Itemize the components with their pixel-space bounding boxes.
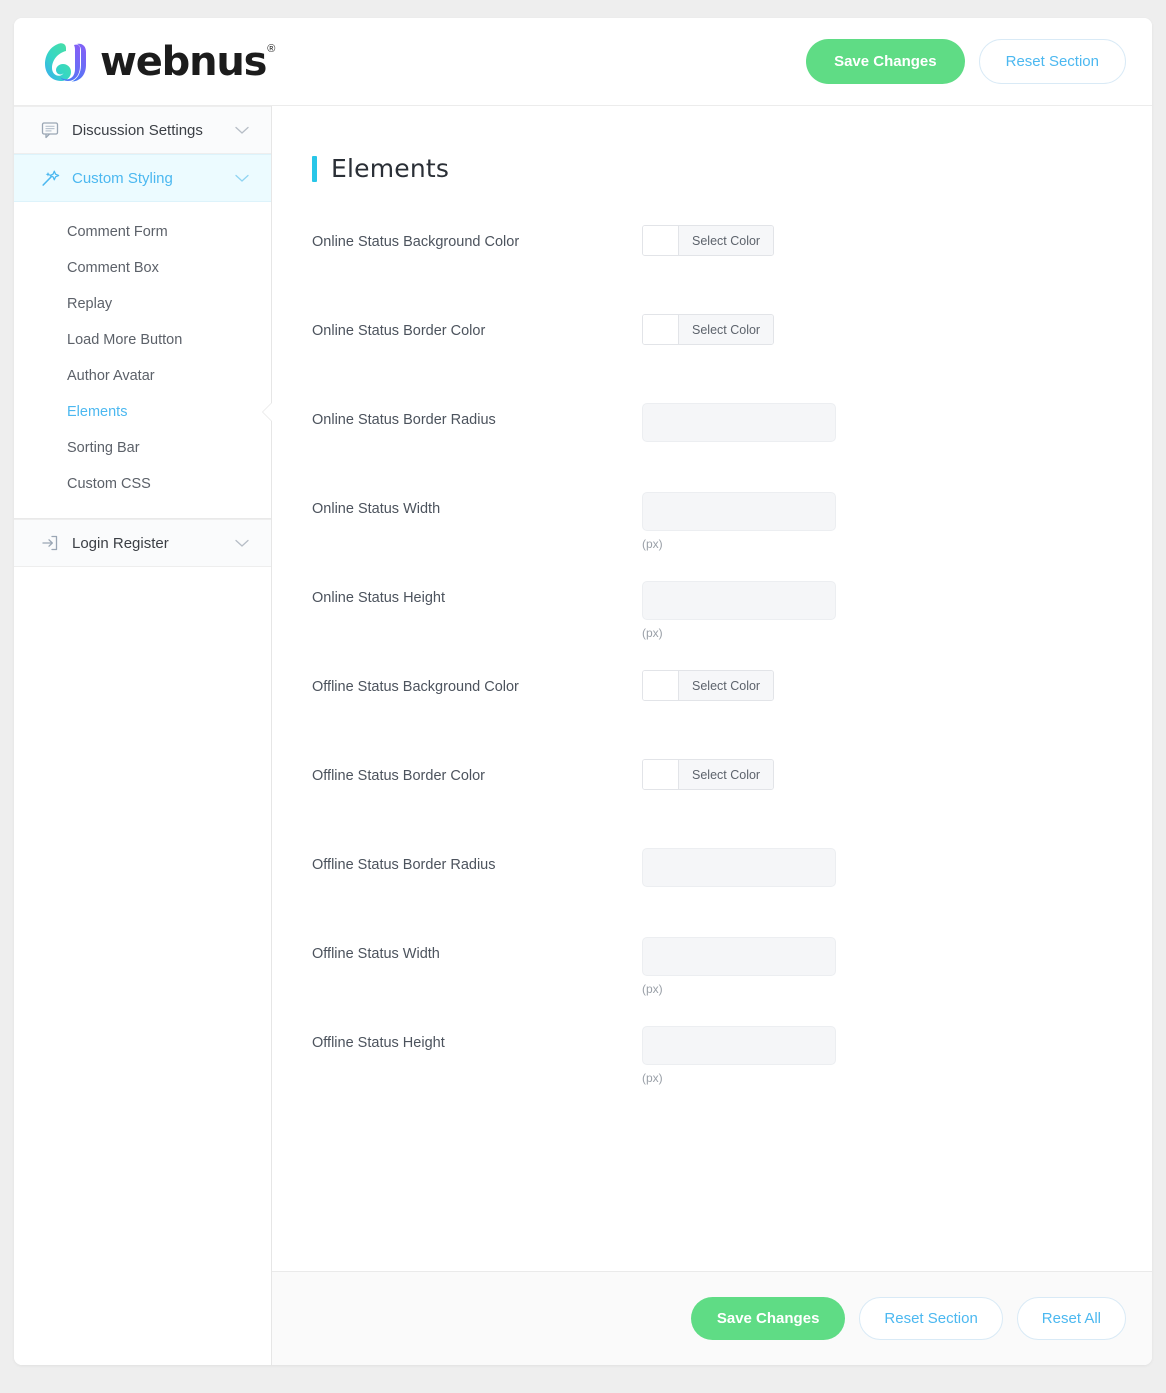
save-changes-button-footer[interactable]: Save Changes — [690, 1297, 846, 1340]
field-offline-status-width: Offline Status Width (px) — [312, 937, 1112, 1026]
sidebar-item-replay[interactable]: Replay — [14, 286, 271, 322]
registered-mark: ® — [267, 42, 276, 55]
field-online-status-background-color: Online Status Background Color Select Co… — [312, 225, 1112, 314]
field-control: Select Color — [642, 225, 1112, 260]
color-swatch[interactable] — [643, 671, 679, 700]
color-picker[interactable]: Select Color — [642, 225, 775, 256]
offline-status-height-input[interactable] — [642, 1026, 836, 1065]
magic-wand-icon — [42, 170, 60, 186]
chevron-down-icon — [235, 174, 249, 182]
chevron-down-icon — [235, 126, 249, 134]
save-changes-button-top[interactable]: Save Changes — [806, 39, 965, 84]
settings-form: Elements Online Status Background Color … — [272, 106, 1152, 1271]
unit-hint: (px) — [642, 982, 663, 996]
color-picker[interactable]: Select Color — [642, 314, 775, 345]
field-control: (px) — [642, 581, 1112, 640]
unit-hint: (px) — [642, 1071, 663, 1085]
reset-all-button[interactable]: Reset All — [1016, 1297, 1126, 1340]
card-body: Discussion Settings Custom Styling Comme… — [14, 106, 1152, 1365]
reset-section-button-footer[interactable]: Reset Section — [859, 1297, 1003, 1340]
brand-name: webnus — [100, 38, 267, 85]
sidebar-item-sorting-bar[interactable]: Sorting Bar — [14, 430, 271, 466]
color-swatch[interactable] — [643, 226, 679, 255]
field-control: (px) — [642, 492, 1112, 551]
field-control: Select Color — [642, 670, 1112, 705]
sidebar-group-label: Discussion Settings — [72, 121, 203, 139]
main-panel: Elements Online Status Background Color … — [272, 106, 1152, 1365]
color-swatch[interactable] — [643, 760, 679, 789]
field-label: Offline Status Width — [312, 946, 440, 962]
field-label: Offline Status Border Color — [312, 768, 486, 784]
field-label: Online Status Border Radius — [312, 412, 496, 428]
color-picker[interactable]: Select Color — [642, 670, 775, 701]
unit-hint: (px) — [642, 626, 663, 640]
field-label: Online Status Width — [312, 501, 441, 517]
top-bar: webnus ® Save Changes Reset Section — [14, 18, 1152, 106]
footer-action-bar: Save Changes Reset Section Reset All — [272, 1271, 1152, 1365]
webnus-gradient-logo-icon — [45, 42, 86, 81]
section-header: Elements — [312, 154, 1112, 183]
online-status-height-input[interactable] — [642, 581, 836, 620]
color-picker[interactable]: Select Color — [642, 759, 775, 790]
offline-status-border-radius-input[interactable] — [642, 848, 836, 887]
sidebar-group-custom-styling[interactable]: Custom Styling — [14, 154, 271, 202]
field-control: (px) — [642, 1026, 1112, 1085]
sidebar-group-login-register[interactable]: Login Register — [14, 519, 271, 567]
field-control — [642, 848, 1112, 887]
field-online-status-height: Online Status Height (px) — [312, 581, 1112, 670]
field-offline-status-border-color: Offline Status Border Color Select Color — [312, 759, 1112, 848]
sidebar-submenu: Comment Form Comment Box Replay Load Mor… — [14, 202, 271, 519]
comment-bubble-icon — [41, 122, 59, 139]
brand-wordmark: webnus ® — [100, 42, 275, 82]
section-accent-bar — [312, 155, 317, 182]
sidebar-item-comment-box[interactable]: Comment Box — [14, 250, 271, 286]
field-control — [642, 403, 1112, 442]
online-status-width-input[interactable] — [642, 492, 836, 531]
field-label: Online Status Border Color — [312, 323, 486, 339]
app-page: webnus ® Save Changes Reset Section Disc… — [0, 0, 1166, 1393]
online-status-border-radius-input[interactable] — [642, 403, 836, 442]
chevron-down-icon — [235, 539, 249, 547]
select-color-button[interactable]: Select Color — [679, 315, 774, 344]
offline-status-width-input[interactable] — [642, 937, 836, 976]
field-label: Offline Status Background Color — [312, 679, 519, 695]
sidebar: Discussion Settings Custom Styling Comme… — [14, 106, 272, 1365]
field-offline-status-height: Offline Status Height (px) — [312, 1026, 1112, 1115]
sidebar-empty-space — [14, 567, 271, 1365]
reset-section-button-top[interactable]: Reset Section — [978, 39, 1126, 84]
sidebar-group-label: Custom Styling — [72, 169, 173, 187]
top-bar-actions: Save Changes Reset Section — [806, 39, 1126, 84]
select-color-button[interactable]: Select Color — [679, 760, 774, 789]
unit-hint: (px) — [642, 537, 663, 551]
sidebar-group-discussion-settings[interactable]: Discussion Settings — [14, 106, 271, 154]
select-color-button[interactable]: Select Color — [679, 671, 774, 700]
field-control: (px) — [642, 937, 1112, 996]
field-label: Offline Status Border Radius — [312, 857, 496, 873]
field-label: Online Status Height — [312, 590, 445, 606]
sidebar-item-author-avatar[interactable]: Author Avatar — [14, 358, 271, 394]
sidebar-item-elements[interactable]: Elements — [14, 394, 271, 430]
page-title: Elements — [331, 154, 450, 183]
field-label: Online Status Background Color — [312, 234, 520, 250]
sign-in-icon — [42, 535, 58, 551]
field-control: Select Color — [642, 314, 1112, 349]
sidebar-group-label: Login Register — [72, 534, 169, 552]
field-control: Select Color — [642, 759, 1112, 794]
field-online-status-border-radius: Online Status Border Radius — [312, 403, 1112, 492]
field-label: Offline Status Height — [312, 1035, 445, 1051]
brand-logo: webnus ® — [44, 42, 275, 82]
color-swatch[interactable] — [643, 315, 679, 344]
sidebar-item-load-more-button[interactable]: Load More Button — [14, 322, 271, 358]
settings-card: webnus ® Save Changes Reset Section Disc… — [14, 18, 1152, 1365]
sidebar-item-comment-form[interactable]: Comment Form — [14, 214, 271, 250]
field-offline-status-background-color: Offline Status Background Color Select C… — [312, 670, 1112, 759]
field-offline-status-border-radius: Offline Status Border Radius — [312, 848, 1112, 937]
field-online-status-border-color: Online Status Border Color Select Color — [312, 314, 1112, 403]
sidebar-item-custom-css[interactable]: Custom CSS — [14, 466, 271, 502]
select-color-button[interactable]: Select Color — [679, 226, 774, 255]
field-online-status-width: Online Status Width (px) — [312, 492, 1112, 581]
